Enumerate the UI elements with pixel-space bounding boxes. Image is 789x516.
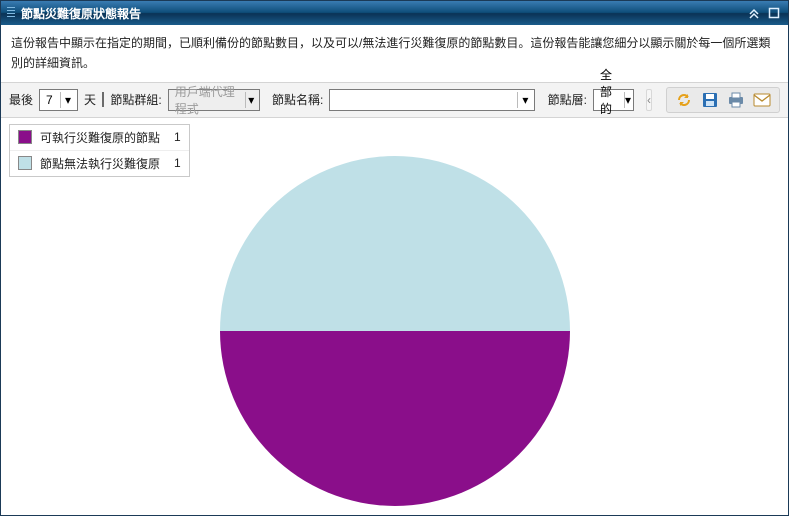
refresh-button[interactable] bbox=[675, 91, 693, 109]
window-title: 節點災難復原狀態報告 bbox=[21, 5, 742, 22]
print-button[interactable] bbox=[727, 91, 745, 109]
chevron-down-icon: ▾ bbox=[517, 92, 532, 108]
pie-chart bbox=[215, 151, 575, 511]
report-description: 這份報告中顯示在指定的期間，已順利備份的節點數目，以及可以/無法進行災難復原的節… bbox=[1, 25, 788, 82]
pie-chart-wrap bbox=[1, 118, 788, 515]
pie-slice[interactable] bbox=[220, 331, 570, 506]
group-label: 節點群組: bbox=[110, 91, 161, 108]
pie-slice[interactable] bbox=[220, 156, 570, 331]
filter-toolbar: 最後 7 ▾ 天 節點群組: 用戶端代理程式 ▾ 節點名稱: ▾ 節點層: 全部… bbox=[1, 82, 788, 118]
name-input[interactable] bbox=[332, 92, 517, 108]
report-window: 節點災難復原狀態報告 這份報告中顯示在指定的期間，已順利備份的節點數目，以及可以… bbox=[0, 0, 789, 516]
chevron-down-icon: ▾ bbox=[245, 92, 257, 108]
tier-select[interactable]: 全部的層 ▾ bbox=[593, 89, 634, 111]
print-icon bbox=[727, 92, 745, 108]
last-label: 最後 bbox=[9, 91, 33, 108]
email-button[interactable] bbox=[753, 91, 771, 109]
last-days-select[interactable]: 7 ▾ bbox=[39, 89, 78, 111]
chevron-down-icon: ▾ bbox=[60, 92, 75, 108]
tier-label: 節點層: bbox=[548, 91, 587, 108]
group-checkbox[interactable] bbox=[102, 92, 104, 107]
save-button[interactable] bbox=[701, 91, 719, 109]
group-value: 用戶端代理程式 bbox=[171, 83, 245, 117]
maximize-button[interactable] bbox=[766, 5, 782, 21]
name-combo[interactable]: ▾ bbox=[329, 89, 535, 111]
group-select[interactable]: 用戶端代理程式 ▾ bbox=[168, 89, 260, 111]
refresh-icon bbox=[675, 91, 693, 109]
double-caret-up-icon bbox=[748, 7, 760, 19]
name-label: 節點名稱: bbox=[272, 91, 323, 108]
save-icon bbox=[702, 92, 718, 108]
expand-handle[interactable]: ‹ bbox=[646, 89, 652, 111]
chevron-down-icon: ▾ bbox=[624, 92, 631, 108]
chart-area: 可執行災難復原的節點 1 節點無法執行災難復原 1 bbox=[1, 118, 788, 515]
collapse-button[interactable] bbox=[746, 5, 762, 21]
action-bar bbox=[666, 87, 780, 113]
titlebar: 節點災難復原狀態報告 bbox=[1, 1, 788, 25]
days-label: 天 bbox=[84, 91, 96, 108]
chevron-left-icon: ‹ bbox=[647, 93, 651, 107]
email-icon bbox=[753, 93, 771, 107]
titlebar-grip-icon bbox=[7, 7, 15, 19]
maximize-icon bbox=[768, 7, 780, 19]
last-days-value: 7 bbox=[42, 93, 60, 107]
